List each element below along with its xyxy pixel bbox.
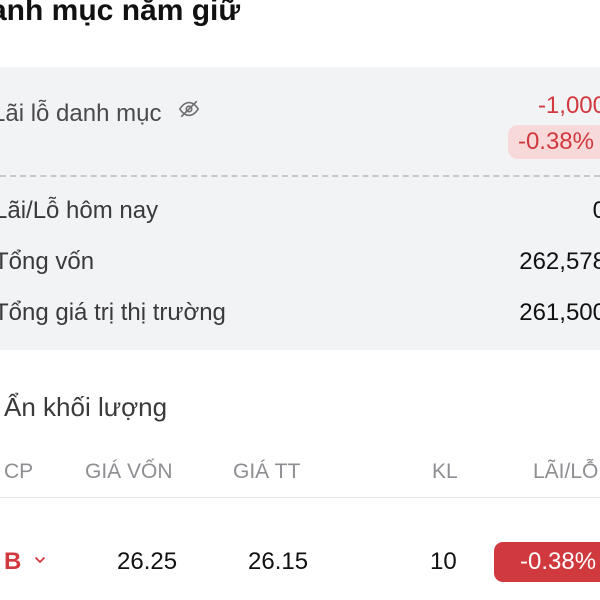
column-header-quantity[interactable]: KL xyxy=(432,460,458,484)
portfolio-pl-pct-badge: -0.38% xyxy=(507,125,600,159)
table-header-divider xyxy=(0,497,600,498)
column-header-market-price[interactable]: GIÁ TT xyxy=(233,460,300,484)
capital-value: 262,578 xyxy=(519,248,600,275)
market-value-value: 261,500 xyxy=(519,299,600,326)
page-title: anh mục nắm giữ xyxy=(0,0,241,27)
portfolio-pl-label-row: Lãi lỗ danh mục xyxy=(0,100,200,129)
capital-label: Tổng vốn xyxy=(0,248,95,275)
chevron-down-icon[interactable] xyxy=(34,545,46,573)
today-pl-label: Lãi/Lỗ hôm nay xyxy=(0,197,159,224)
portfolio-summary-card: Lãi lỗ danh mục -1,000 -0.38% Lãi/Lỗ hôm… xyxy=(0,67,600,350)
pl-badge: -0.38% xyxy=(494,542,600,582)
divider xyxy=(0,175,600,177)
column-header-pl[interactable]: LÃI/LỖ xyxy=(533,460,598,484)
market-value-label: Tổng giá trị thị trường xyxy=(0,299,226,326)
cost-price-cell: 26.25 xyxy=(117,548,178,575)
portfolio-pl-value: -1,000 xyxy=(537,92,600,119)
column-header-cost-price[interactable]: GIÁ VỐN xyxy=(85,460,173,484)
today-pl-value: 0 xyxy=(592,197,600,224)
eye-off-icon[interactable] xyxy=(178,98,200,127)
column-header-ticker[interactable]: CP xyxy=(4,460,33,484)
market-price-cell: 26.15 xyxy=(248,548,309,575)
ticker-symbol: B xyxy=(4,548,22,575)
ticker-cell[interactable]: B xyxy=(4,548,46,576)
portfolio-pl-label: Lãi lỗ danh mục xyxy=(0,100,162,127)
quantity-cell: 10 xyxy=(430,548,457,575)
hide-volume-toggle[interactable]: Ẩn khối lượng xyxy=(4,392,167,423)
